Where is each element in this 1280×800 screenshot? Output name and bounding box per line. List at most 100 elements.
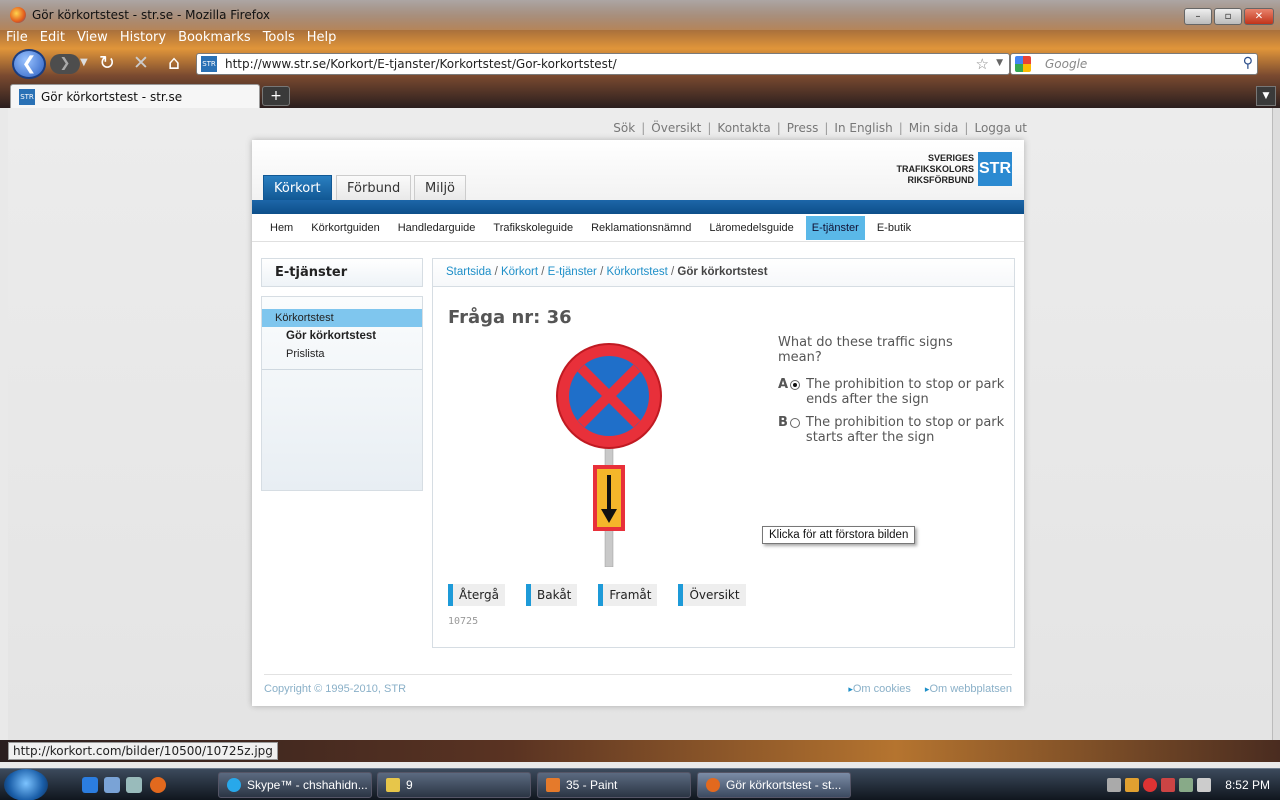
volume-icon[interactable] bbox=[1197, 778, 1212, 792]
window-titlebar: Gör körkortstest - str.se - Mozilla Fire… bbox=[0, 0, 1280, 30]
firefox-quicklaunch-icon[interactable] bbox=[150, 777, 166, 793]
toplink-min-sida[interactable]: Min sida bbox=[909, 121, 959, 135]
oversikt-button[interactable]: Översikt bbox=[678, 584, 746, 606]
task-skype-label: Skype™ - chshahidn... bbox=[247, 778, 368, 792]
option-a-letter: A bbox=[778, 377, 789, 392]
bakat-button[interactable]: Bakåt bbox=[526, 584, 578, 606]
menu-edit[interactable]: Edit bbox=[40, 30, 65, 48]
atergaa-button[interactable]: Återgå bbox=[448, 584, 505, 606]
logo-line-3: RIKSFÖRBUND bbox=[907, 174, 975, 185]
traffic-sign-image[interactable] bbox=[551, 343, 667, 567]
subnav-e-tjanster[interactable]: E-tjänster bbox=[805, 215, 865, 240]
subnav-hem[interactable]: Hem bbox=[264, 216, 299, 240]
stop-icon[interactable]: ✕ bbox=[130, 52, 152, 74]
footer-link-cookies[interactable]: Om cookies bbox=[848, 683, 911, 695]
subnav-trafikskoleguide[interactable]: Trafikskoleguide bbox=[487, 216, 579, 240]
toplink-kontakta[interactable]: Kontakta bbox=[717, 121, 770, 135]
close-button[interactable]: ✕ bbox=[1244, 8, 1274, 25]
history-dropdown-icon[interactable]: ▼ bbox=[80, 57, 88, 68]
reload-icon[interactable]: ↻ bbox=[96, 52, 118, 74]
subnav-laromedelsguide[interactable]: Läromedelsguide bbox=[703, 216, 799, 240]
framat-button[interactable]: Framåt bbox=[598, 584, 658, 606]
site-page: Körkort Förbund Miljö SVERIGES TRAFIKSKO… bbox=[252, 140, 1024, 706]
sidebar-item-korkortstest[interactable]: Körkortstest bbox=[262, 309, 422, 327]
forward-arrow-icon[interactable]: ❯ bbox=[50, 54, 80, 74]
bookmark-star-icon[interactable]: ☆ bbox=[976, 55, 989, 73]
keyboard-icon[interactable] bbox=[1107, 778, 1122, 792]
task-folder[interactable]: 9 bbox=[377, 772, 531, 798]
tab-list-icon[interactable]: ▼ bbox=[1256, 86, 1276, 106]
breadcrumb-startsida[interactable]: Startsida bbox=[446, 266, 491, 278]
search-icon[interactable]: ⚲ bbox=[1243, 55, 1253, 71]
url-dropdown-icon[interactable]: ▼ bbox=[996, 58, 1003, 68]
breadcrumb-korkortstest[interactable]: Körkortstest bbox=[606, 266, 667, 278]
task-paint[interactable]: 35 - Paint bbox=[537, 772, 691, 798]
subnav-handledarguide[interactable]: Handledarguide bbox=[392, 216, 482, 240]
answer-option-b[interactable]: B The prohibition to stop or park starts… bbox=[778, 415, 1008, 445]
minimize-button[interactable]: – bbox=[1184, 8, 1212, 25]
address-url: http://www.str.se/Korkort/E-tjanster/Kor… bbox=[225, 57, 617, 71]
task-skype[interactable]: Skype™ - chshahidn... bbox=[218, 772, 372, 798]
task-firefox[interactable]: Gör körkortstest - st... bbox=[697, 772, 851, 798]
search-box[interactable]: Google ⚲ bbox=[1010, 53, 1258, 75]
address-bar[interactable]: STR http://www.str.se/Korkort/E-tjanster… bbox=[196, 53, 1010, 75]
footer-link-webbplatsen[interactable]: Om webbplatsen bbox=[925, 683, 1012, 695]
menu-file[interactable]: File bbox=[6, 30, 28, 48]
new-tab-button[interactable]: + bbox=[262, 86, 290, 106]
toplink-english[interactable]: In English bbox=[834, 121, 892, 135]
back-arrow-icon[interactable]: ❮ bbox=[12, 49, 46, 79]
toplink-logga-ut[interactable]: Logga ut bbox=[974, 121, 1027, 135]
menu-tools[interactable]: Tools bbox=[263, 30, 295, 48]
toplink-sok[interactable]: Sök bbox=[613, 121, 635, 135]
search-placeholder: Google bbox=[1045, 57, 1088, 71]
option-a-radio[interactable] bbox=[790, 380, 801, 390]
enlarge-image-tooltip: Klicka för att förstora bilden bbox=[762, 526, 916, 544]
breadcrumb-current: Gör körkortstest bbox=[677, 266, 768, 278]
task-paint-label: 35 - Paint bbox=[566, 778, 618, 792]
tab-active[interactable]: STR Gör körkortstest - str.se bbox=[10, 84, 260, 108]
tab-miljo[interactable]: Miljö bbox=[414, 175, 467, 200]
toplink-press[interactable]: Press bbox=[787, 121, 819, 135]
tray-app-icon[interactable] bbox=[1125, 778, 1140, 792]
menu-bookmarks[interactable]: Bookmarks bbox=[178, 30, 251, 48]
subnav-reklamationsnamnd[interactable]: Reklamationsnämnd bbox=[585, 216, 697, 240]
subnav-e-butik[interactable]: E-butik bbox=[871, 216, 917, 240]
explorer-icon[interactable] bbox=[126, 777, 142, 793]
tab-korkort[interactable]: Körkort bbox=[263, 175, 332, 200]
home-icon[interactable]: ⌂ bbox=[163, 52, 185, 74]
start-button[interactable] bbox=[4, 769, 48, 800]
antivirus-icon[interactable] bbox=[1143, 778, 1158, 792]
firefox-task-icon bbox=[706, 778, 720, 792]
menu-view[interactable]: View bbox=[77, 30, 108, 48]
answer-option-a[interactable]: A The prohibition to stop or park ends a… bbox=[778, 377, 1008, 407]
sidebar-item-prislista[interactable]: Prislista bbox=[262, 345, 422, 363]
option-b-radio[interactable] bbox=[789, 418, 800, 428]
sidebar-item-gor-korkortstest[interactable]: Gör körkortstest bbox=[262, 327, 422, 345]
network-icon[interactable] bbox=[1179, 778, 1194, 792]
breadcrumb-korkort[interactable]: Körkort bbox=[501, 266, 538, 278]
site-favicon-icon: STR bbox=[201, 56, 217, 72]
header-blue-bar bbox=[252, 200, 1024, 214]
maximize-button[interactable]: ▫ bbox=[1214, 8, 1242, 25]
subnav-korkortguiden[interactable]: Körkortguiden bbox=[305, 216, 386, 240]
site-footer: Copyright © 1995-2010, STR Om cookies Om… bbox=[264, 674, 1012, 695]
tab-forbund[interactable]: Förbund bbox=[336, 175, 412, 200]
toplink-oversikt[interactable]: Översikt bbox=[651, 121, 701, 135]
paint-icon bbox=[546, 778, 560, 792]
option-b-text[interactable]: The prohibition to stop or park starts a… bbox=[806, 415, 1008, 445]
option-b-letter: B bbox=[778, 415, 788, 430]
menu-help[interactable]: Help bbox=[307, 30, 337, 48]
ie-icon[interactable] bbox=[82, 777, 98, 793]
vertical-scrollbar[interactable] bbox=[1272, 108, 1280, 740]
option-a-text[interactable]: The prohibition to stop or park ends aft… bbox=[806, 377, 1008, 407]
google-icon[interactable] bbox=[1015, 56, 1031, 72]
left-sidebar: E-tjänster Körkortstest Gör körkortstest… bbox=[261, 258, 423, 491]
question-id: 10725 bbox=[448, 616, 479, 627]
tray-tool-icon[interactable] bbox=[1161, 778, 1176, 792]
str-logo[interactable]: SVERIGES TRAFIKSKOLORS RIKSFÖRBUND STR bbox=[897, 152, 1012, 186]
firefox-icon bbox=[10, 7, 26, 23]
menu-history[interactable]: History bbox=[120, 30, 166, 48]
desktop-icon[interactable] bbox=[104, 777, 120, 793]
clock[interactable]: 8:52 PM bbox=[1225, 778, 1270, 792]
breadcrumb-e-tjanster[interactable]: E-tjänster bbox=[548, 266, 597, 278]
